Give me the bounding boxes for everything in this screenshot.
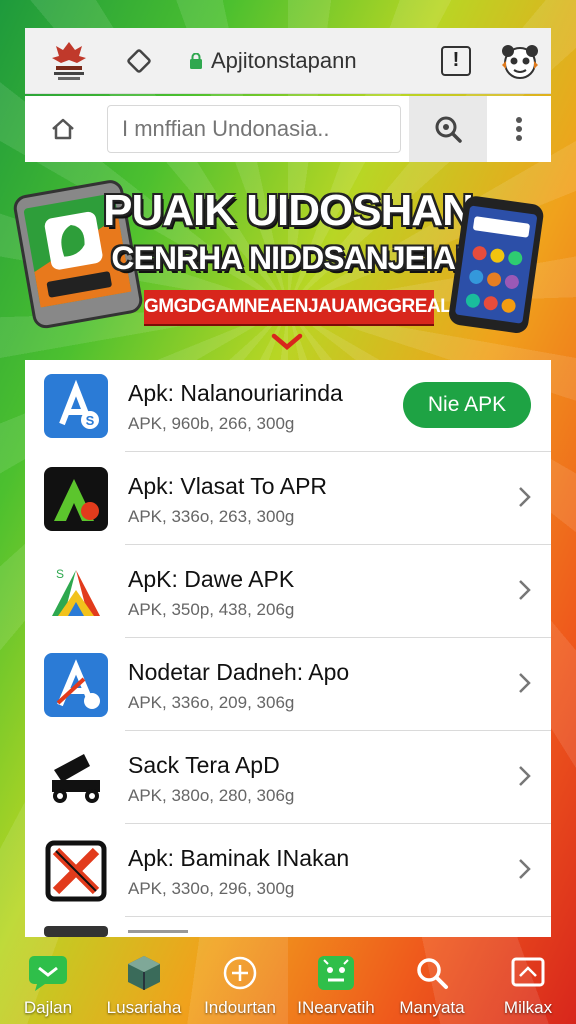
tag-icon[interactable] xyxy=(121,43,157,79)
app-name: ApK: Dawe APK xyxy=(128,566,295,592)
blue-a-icon xyxy=(44,653,108,717)
nav-label: INearvatih xyxy=(297,998,375,1017)
nav-label: Indourtan xyxy=(204,998,276,1017)
more-vert-icon[interactable] xyxy=(499,109,539,149)
chevron-right-icon[interactable] xyxy=(515,855,535,883)
list-item[interactable]: Apk: Baminak INakan APK, 330o, 296, 300g xyxy=(25,825,551,917)
nav-label: Lusariaha xyxy=(106,998,182,1017)
app-store-a-icon: S xyxy=(44,374,108,438)
chevron-right-icon[interactable] xyxy=(515,762,535,790)
nav-item-dajlan[interactable]: Dajlan xyxy=(0,940,96,1024)
avatar-icon[interactable] xyxy=(497,38,543,84)
chevron-down-icon xyxy=(270,332,304,352)
list-item[interactable]: S Apk: Nalanouriarinda APK, 960b, 266, 3… xyxy=(25,360,551,452)
list-item[interactable]: Sack Tera ApD APK, 380o, 280, 306g xyxy=(25,732,551,824)
app-name: Sack Tera ApD xyxy=(128,752,280,778)
chevron-right-icon[interactable] xyxy=(515,576,535,604)
row-divider xyxy=(125,451,551,452)
nav-item-milkax[interactable]: Milkax xyxy=(480,940,576,1024)
app-meta: APK, 960b, 266, 300g xyxy=(128,414,295,433)
bottom-nav: Dajlan Lusariaha Indourtan INearvatih Ma… xyxy=(0,940,576,1024)
list-item[interactable]: S ApK: Dawe APK APK, 350p, 438, 206g xyxy=(25,546,551,638)
nav-item-indourtan[interactable]: Indourtan xyxy=(192,940,288,1024)
app-name: Apk: Baminak INakan xyxy=(128,845,350,871)
plus-circle-icon xyxy=(219,954,261,992)
row-divider xyxy=(125,637,551,638)
promo-banner[interactable]: PUAIK UIDOSHAN CENRHA NIDDSANJEIA! GMGDG… xyxy=(0,162,576,358)
browser-top-bar: Apjitonstapann ! xyxy=(25,28,551,94)
row-divider xyxy=(125,730,551,731)
nav-label: Milkax xyxy=(503,998,553,1017)
search-icon xyxy=(411,954,453,992)
app-meta: APK, 336o, 209, 306g xyxy=(128,693,295,712)
row-divider xyxy=(125,544,551,545)
nav-item-lusariaha[interactable]: Lusariaha xyxy=(96,940,192,1024)
nav-item-manyata[interactable]: Manyata xyxy=(384,940,480,1024)
search-icon xyxy=(435,116,462,143)
chevron-right-icon[interactable] xyxy=(515,669,535,697)
chat-icon xyxy=(27,954,69,992)
phone-illustration-right xyxy=(443,190,556,342)
app-meta: APK, 380o, 280, 306g xyxy=(128,786,295,805)
cube-icon xyxy=(123,954,165,992)
url-text[interactable]: Apjitonstapann xyxy=(211,48,441,74)
colorful-a-icon: S xyxy=(44,560,108,624)
app-name: Apk: Vlasat To APR xyxy=(128,473,328,499)
app-meta: APK, 336o, 263, 300g xyxy=(128,507,295,526)
search-input[interactable] xyxy=(107,105,401,153)
svg-text:S: S xyxy=(86,413,95,428)
nav-label: Manyata xyxy=(399,998,465,1017)
banner-ribbon: GMGDGAMNEAENJAUAMGGREAL xyxy=(144,290,452,324)
nav-label: Dajlan xyxy=(23,998,73,1017)
search-row xyxy=(25,96,551,162)
android-icon xyxy=(315,954,357,992)
list-item[interactable]: Nodetar Dadneh: Apo APK, 336o, 209, 306g xyxy=(25,639,551,731)
app-list: S Apk: Nalanouriarinda APK, 960b, 266, 3… xyxy=(25,360,551,937)
cannon-icon xyxy=(44,746,108,810)
list-item[interactable]: Apk: Vlasat To APR APK, 336o, 263, 300g xyxy=(25,453,551,545)
alert-icon[interactable]: ! xyxy=(441,45,471,76)
app-name: Apk: Nalanouriarinda xyxy=(128,380,343,406)
app-meta: APK, 330o, 296, 300g xyxy=(128,879,295,898)
chevron-right-icon[interactable] xyxy=(515,483,535,511)
partial-list-item xyxy=(25,916,551,937)
app-name: Nodetar Dadneh: Apo xyxy=(128,659,350,685)
lock-icon xyxy=(189,52,203,69)
logo-emblem-icon xyxy=(41,33,97,89)
search-button[interactable] xyxy=(409,96,487,162)
install-apk-button[interactable]: Nie APK xyxy=(403,382,531,428)
nav-item-inearvatih[interactable]: INearvatih xyxy=(288,940,384,1024)
blocked-icon xyxy=(44,839,108,903)
row-divider xyxy=(125,823,551,824)
svg-text:S: S xyxy=(56,567,64,581)
green-a-icon xyxy=(44,467,108,531)
home-icon[interactable] xyxy=(43,109,83,149)
image-icon xyxy=(507,954,549,992)
app-meta: APK, 350p, 438, 206g xyxy=(128,600,295,619)
